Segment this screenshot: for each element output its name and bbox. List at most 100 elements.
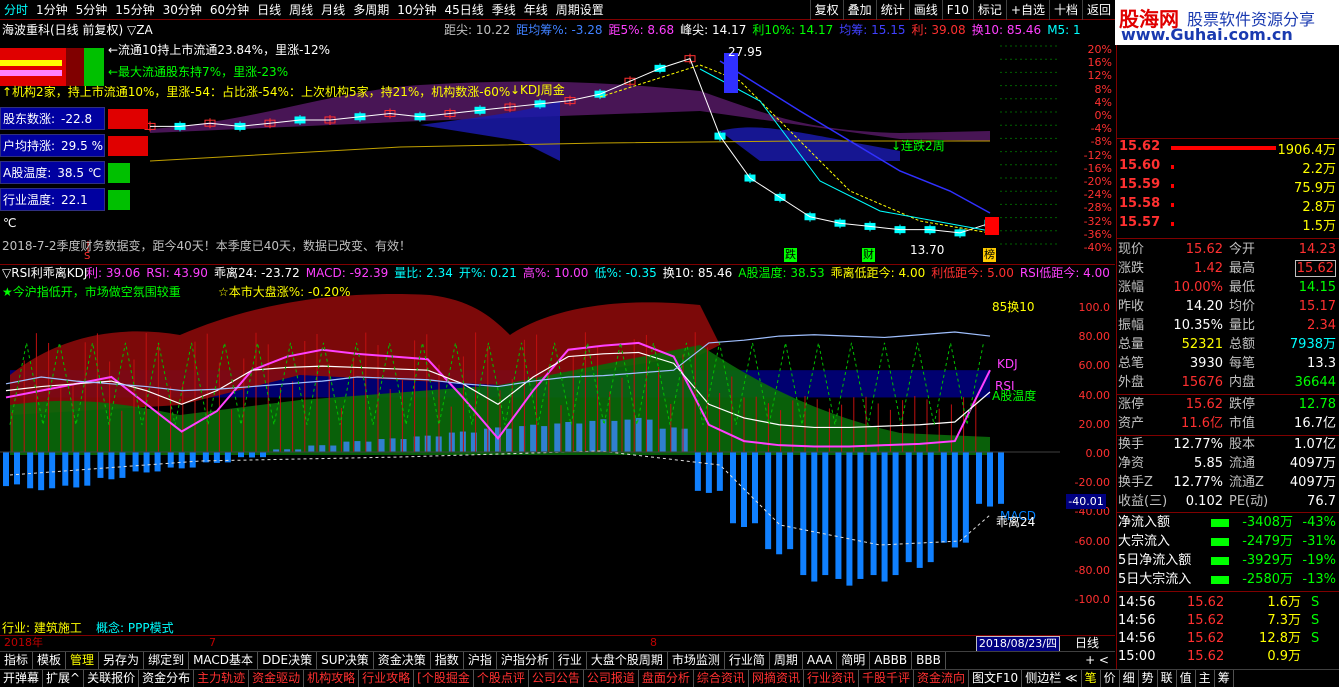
indicator-tab[interactable]: 管理 bbox=[66, 652, 100, 669]
holder-bar-red bbox=[0, 48, 66, 86]
function-tab[interactable]: 资金分布 bbox=[139, 670, 195, 687]
quote-row: 资产 11.6亿 市值 16.7亿 bbox=[1117, 415, 1339, 434]
indicator-tab[interactable]: 简明 bbox=[837, 652, 871, 669]
function-tab[interactable]: 网摘资讯 bbox=[749, 670, 804, 687]
period-tab[interactable]: 5分钟 bbox=[72, 0, 112, 20]
function-tab[interactable]: [个股掘金 bbox=[414, 670, 474, 687]
book-volume: 2.2万 bbox=[1302, 162, 1336, 177]
quote-key: 股本 bbox=[1229, 437, 1256, 452]
indicator-tab[interactable]: 模板 bbox=[33, 652, 67, 669]
indicator-tab[interactable]: 行业简 bbox=[725, 652, 770, 669]
function-tab[interactable]: 关联报价 bbox=[84, 670, 140, 687]
period-tab[interactable]: 月线 bbox=[317, 0, 349, 20]
indicator-tab[interactable]: 资金决策 bbox=[374, 652, 431, 669]
event-marker[interactable]: 财 bbox=[862, 248, 875, 262]
indicator-tab[interactable]: BBB bbox=[912, 652, 946, 669]
function-tab[interactable]: 值 bbox=[1177, 670, 1196, 687]
indicator-tab[interactable]: 指标 bbox=[0, 652, 34, 669]
macd-bar bbox=[835, 452, 842, 579]
toolbar-button[interactable]: 十档 bbox=[1048, 0, 1082, 20]
function-tab[interactable]: 公司报道 bbox=[584, 670, 639, 687]
period-tab[interactable]: 多周期 bbox=[349, 0, 393, 20]
info-label: 行业温度: bbox=[3, 193, 56, 207]
function-tab[interactable]: 图文F10 bbox=[969, 670, 1023, 687]
kline-chart[interactable]: 海波重科(日线 前复权) ▽ZA 距尖: 10.22 距均筹%: -3.28 距5%… bbox=[0, 21, 1115, 265]
function-tab[interactable]: 侧边栏 ≪ bbox=[1022, 670, 1082, 687]
macd-bar bbox=[787, 452, 794, 550]
function-tab[interactable]: 扩展^ bbox=[43, 670, 85, 687]
function-tab[interactable]: 开弹幕 bbox=[0, 670, 44, 687]
function-tab[interactable]: 个股点评 bbox=[474, 670, 529, 687]
quote-value: 3930 bbox=[1189, 356, 1223, 371]
function-tab[interactable]: 价 bbox=[1101, 670, 1120, 687]
period-tab[interactable]: 15分钟 bbox=[111, 0, 158, 20]
toolbar-button[interactable]: 标记 bbox=[972, 0, 1006, 20]
quote-key: 最低 bbox=[1229, 280, 1256, 295]
order-book-row: 15.62 1906.4万 bbox=[1117, 139, 1339, 159]
y-tick: -12% bbox=[1083, 148, 1112, 162]
indicator-tab[interactable]: AAA bbox=[803, 652, 838, 669]
indicator-tab[interactable]: 绑定到 bbox=[144, 652, 190, 669]
toolbar-button[interactable]: +自选 bbox=[1005, 0, 1049, 20]
quote-value: 4097万 bbox=[1289, 456, 1336, 471]
event-marker[interactable]: 跌 bbox=[784, 248, 797, 262]
quote-key: 总笔 bbox=[1118, 356, 1145, 371]
macd-bar bbox=[541, 426, 548, 452]
period-tab[interactable]: 45日线 bbox=[440, 0, 487, 20]
quote-key: 外盘 bbox=[1118, 375, 1145, 390]
period-tab[interactable]: 年线 bbox=[520, 0, 552, 20]
function-tab[interactable]: 细 bbox=[1120, 670, 1139, 687]
period-tab[interactable]: 周期设置 bbox=[552, 0, 608, 20]
indicator-tab[interactable]: DDE决策 bbox=[258, 652, 318, 669]
function-tab[interactable]: 千股千评 bbox=[859, 670, 914, 687]
indicator-tab[interactable]: 沪指分析 bbox=[497, 652, 554, 669]
function-tab[interactable]: 盘面分析 bbox=[639, 670, 694, 687]
macd-bar bbox=[330, 445, 337, 452]
function-tab[interactable]: 联 bbox=[1158, 670, 1177, 687]
indicator-tab[interactable]: 另存为 bbox=[99, 652, 145, 669]
function-tab[interactable]: 行业攻略 bbox=[359, 670, 415, 687]
function-tab[interactable]: 综合资讯 bbox=[694, 670, 749, 687]
function-tab[interactable]: 主 bbox=[1196, 670, 1215, 687]
period-tab[interactable]: 30分钟 bbox=[159, 0, 206, 20]
period-tab[interactable]: 周线 bbox=[285, 0, 317, 20]
indicator-tab[interactable]: SUP决策 bbox=[317, 652, 374, 669]
function-tab[interactable]: 行业资讯 bbox=[804, 670, 859, 687]
indicator-tab[interactable]: 行业 bbox=[554, 652, 587, 669]
indicator-tab[interactable]: 指数 bbox=[431, 652, 464, 669]
period-tab[interactable]: 1分钟 bbox=[32, 0, 72, 20]
indicator-tab[interactable]: 市场监测 bbox=[668, 652, 725, 669]
function-tab[interactable]: 资金流向 bbox=[914, 670, 969, 687]
indicator-chart[interactable]: ▽RSI利乖离KDJ 利: 39.06 RSI: 43.90 乖离24: -23.7… bbox=[0, 265, 1115, 635]
period-label[interactable]: 日线 bbox=[1075, 636, 1099, 650]
tab-nav[interactable]: + < bbox=[1079, 652, 1115, 669]
toolbar-button[interactable]: 画线 bbox=[908, 0, 942, 20]
function-tab[interactable]: 主力轨迹 bbox=[194, 670, 250, 687]
macd-bar bbox=[987, 452, 993, 507]
indicator-tab[interactable]: 大盘个股周期 bbox=[587, 652, 668, 669]
indicator-tab[interactable]: MACD基本 bbox=[189, 652, 259, 669]
function-tab[interactable]: 公司公告 bbox=[529, 670, 584, 687]
toolbar-button[interactable]: 统计 bbox=[875, 0, 909, 20]
toolbar-button[interactable]: 复权 bbox=[809, 0, 843, 20]
toolbar-button[interactable]: 叠加 bbox=[842, 0, 876, 20]
quote-value: 36644 bbox=[1294, 375, 1336, 390]
function-tab[interactable]: 机构攻略 bbox=[304, 670, 360, 687]
tick-volume: 0.9万 bbox=[1267, 649, 1301, 664]
indicator-tab[interactable]: 沪指 bbox=[464, 652, 497, 669]
period-tab[interactable]: 日线 bbox=[253, 0, 285, 20]
indicator-tab[interactable]: ABBB bbox=[870, 652, 913, 669]
function-tab[interactable]: 笔 bbox=[1082, 670, 1101, 687]
function-tab[interactable]: 势 bbox=[1139, 670, 1158, 687]
period-tab[interactable]: 分时 bbox=[0, 0, 32, 20]
event-marker[interactable]: 榜 bbox=[983, 248, 996, 262]
concept-label: 概念: PPP模式 bbox=[96, 621, 174, 635]
function-tab[interactable]: 筹 bbox=[1215, 670, 1234, 687]
period-tab[interactable]: 60分钟 bbox=[206, 0, 253, 20]
indicator-tab[interactable]: 周期 bbox=[770, 652, 803, 669]
period-tab[interactable]: 10分钟 bbox=[393, 0, 440, 20]
period-tab[interactable]: 季线 bbox=[488, 0, 520, 20]
toolbar-button[interactable]: F10 bbox=[941, 0, 973, 20]
function-tab[interactable]: 资金驱动 bbox=[249, 670, 305, 687]
toolbar-button[interactable]: 返回 bbox=[1081, 0, 1115, 20]
